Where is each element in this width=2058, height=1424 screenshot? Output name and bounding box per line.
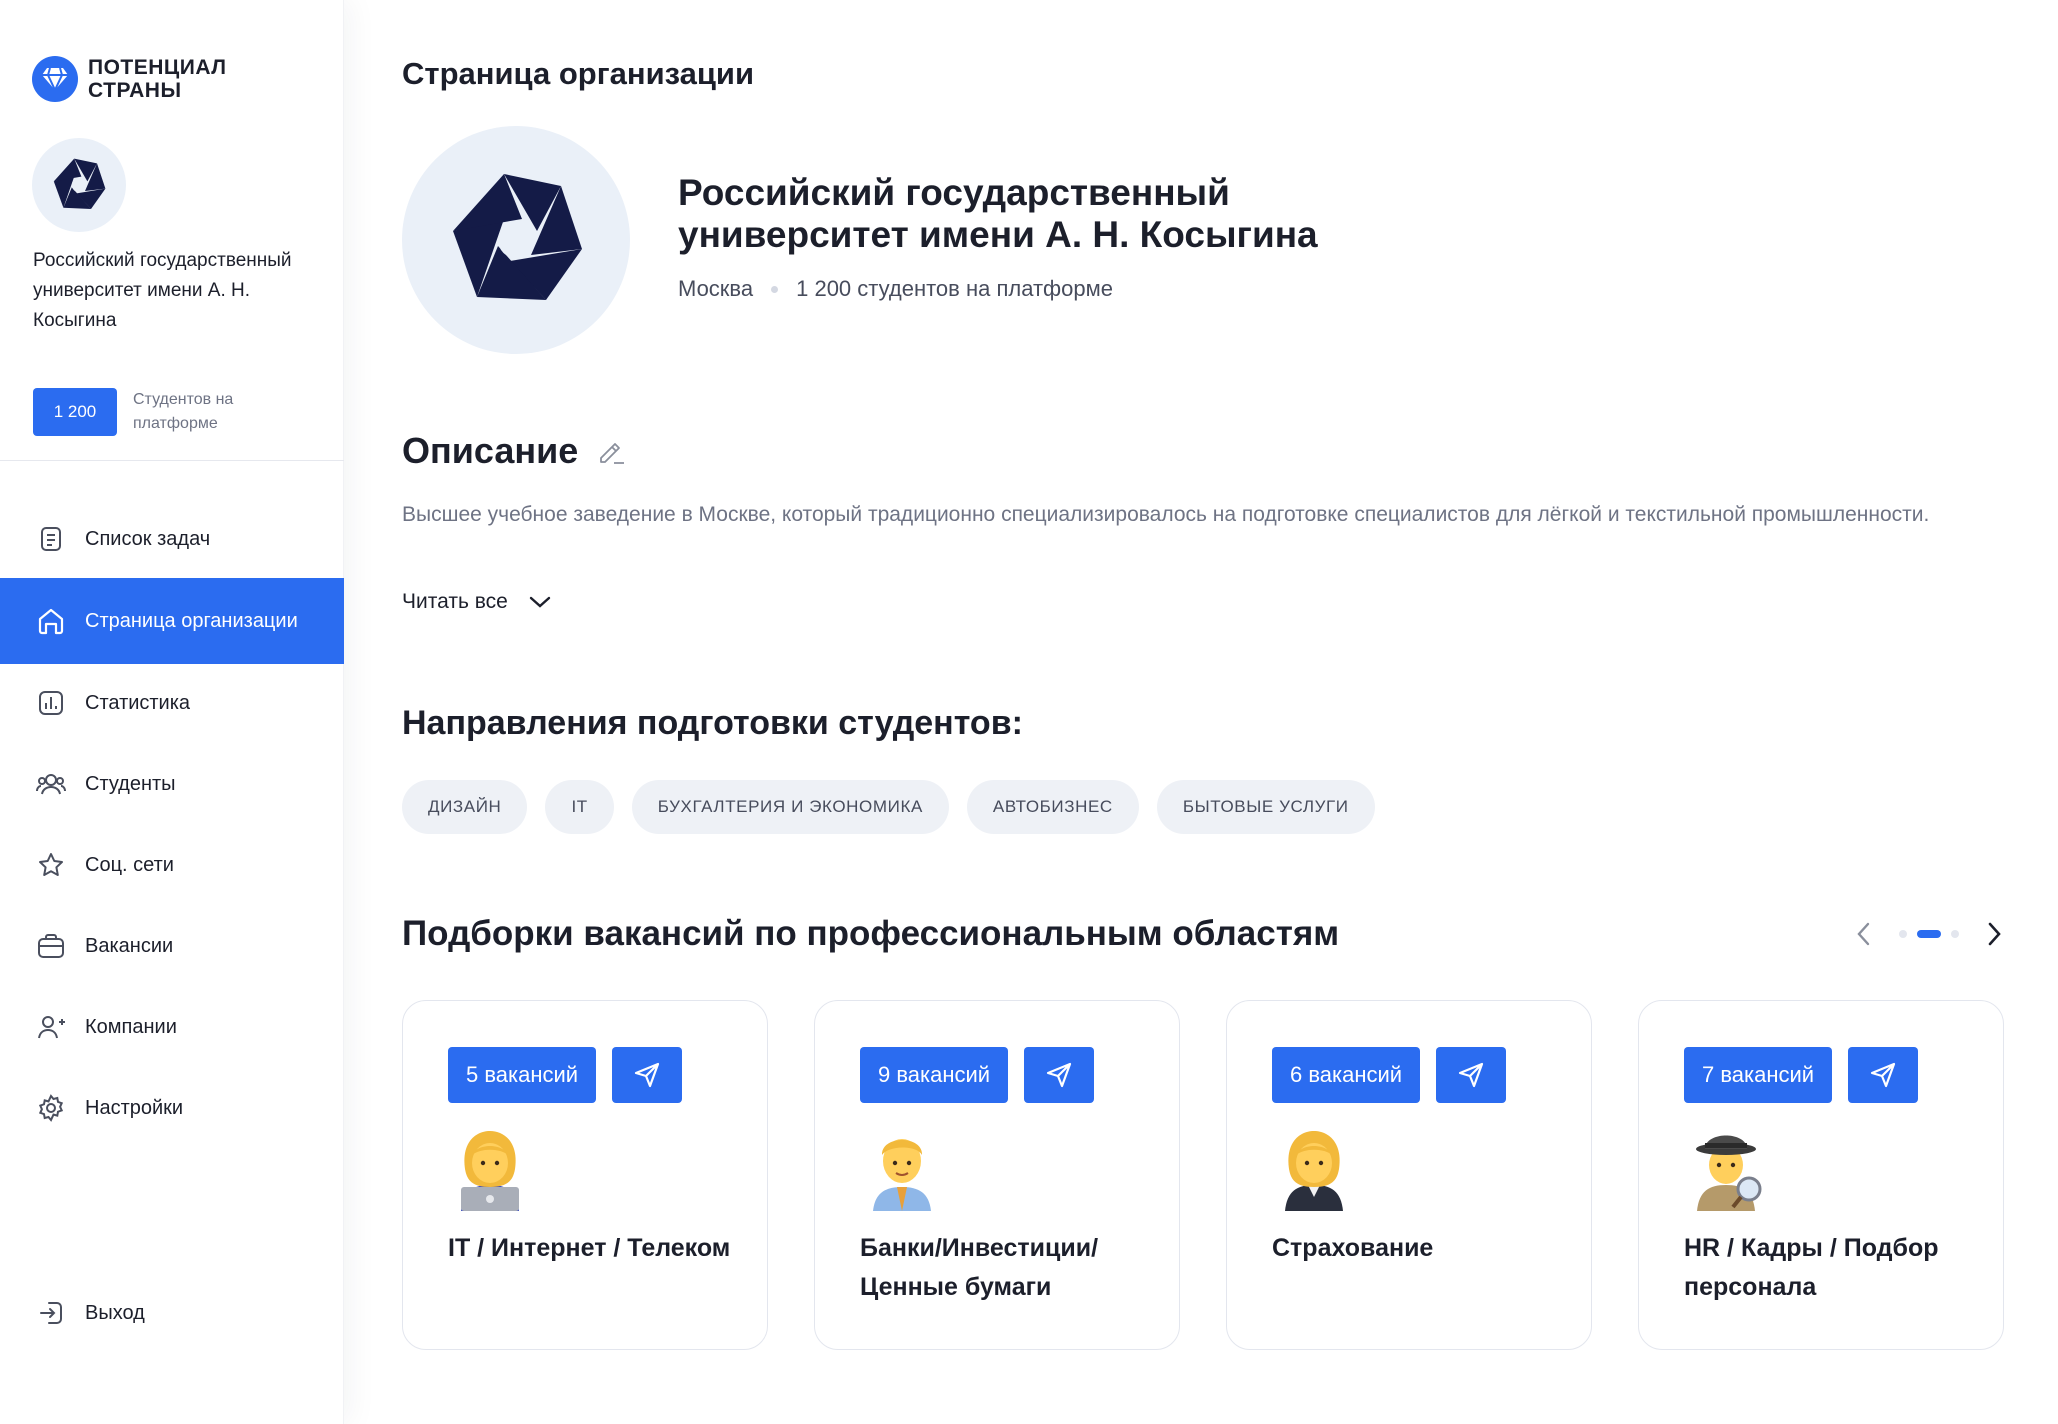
- sidebar-item-label: Настройки: [85, 1096, 184, 1119]
- home-icon: [35, 605, 67, 637]
- user-add-icon: [35, 1011, 67, 1043]
- org-avatar: [32, 138, 126, 232]
- brand-logo[interactable]: ПОТЕНЦИАЛ СТРАНЫ: [32, 56, 258, 102]
- sidebar-item-label: Соц. сети: [85, 853, 174, 876]
- star-icon: [35, 849, 67, 881]
- chart-icon: [35, 687, 67, 719]
- vacancy-card-title: HR / Кадры / Подбор персонала: [1684, 1234, 1939, 1301]
- carousel-dot[interactable]: [1899, 930, 1907, 938]
- carousel-dot[interactable]: [1951, 930, 1959, 938]
- paper-plane-icon: [635, 1062, 660, 1088]
- main-content: Страница организации Российский государс…: [344, 0, 2058, 1424]
- woman-office-worker-icon: [1285, 1131, 1343, 1211]
- students-count-badge: 1 200: [33, 388, 117, 436]
- description-heading: Описание: [402, 430, 628, 472]
- briefcase-icon: [35, 930, 67, 962]
- vacancy-count-button[interactable]: 6 вакансий: [1272, 1047, 1421, 1103]
- sidebar-item-students[interactable]: Студенты: [0, 745, 344, 823]
- org-avatar-large: [402, 126, 630, 354]
- students-count-label: Студентов на платформе: [133, 391, 234, 432]
- org-logo-icon: [453, 174, 582, 300]
- vacancy-card[interactable]: 5 вакансий IT / Интернет / Телеком: [402, 1000, 768, 1350]
- vacancy-count-button[interactable]: 5 вакансий: [448, 1047, 597, 1103]
- directions-tags: ДИЗАЙН IT БУХГАЛТЕРИЯ И ЭКОНОМИКА АВТОБИ…: [402, 780, 1393, 834]
- vacancy-card[interactable]: 6 вакансий Страхование: [1226, 1000, 1592, 1350]
- direction-tag[interactable]: ДИЗАЙН: [402, 780, 528, 834]
- detective-icon: [1696, 1135, 1762, 1211]
- separator-dot: [771, 285, 779, 293]
- direction-tag[interactable]: БЫТОВЫЕ УСЛУГИ: [1156, 780, 1375, 834]
- send-button[interactable]: [1024, 1047, 1095, 1103]
- sidebar-item-label: Список задач: [85, 527, 211, 550]
- description-text: Высшее учебное заведение в Москве, котор…: [402, 503, 1930, 526]
- chevron-down-icon: [528, 594, 552, 610]
- direction-tag[interactable]: АВТОБИЗНЕС: [966, 780, 1139, 834]
- vacancy-card[interactable]: 9 вакансий Банки/Инвестиции/ Ценные бума…: [814, 1000, 1180, 1350]
- chevron-right-icon[interactable]: [1978, 918, 2010, 950]
- students-stat: 1 200 Студентов на платформе: [33, 388, 273, 436]
- logout-icon: [35, 1297, 67, 1329]
- read-all-button[interactable]: Читать все: [402, 590, 552, 614]
- paper-plane-icon: [1871, 1062, 1896, 1088]
- description-title: Описание: [402, 430, 579, 471]
- sidebar-item-tasks[interactable]: Список задач: [0, 500, 344, 578]
- edit-icon[interactable]: [596, 435, 628, 467]
- gear-icon: [35, 1092, 67, 1124]
- logout-label: Выход: [85, 1301, 145, 1324]
- vacancies-title: Подборки вакансий по профессиональным об…: [402, 914, 1340, 953]
- task-list-icon: [35, 523, 67, 555]
- send-button[interactable]: [612, 1047, 683, 1103]
- sidebar-item-social[interactable]: Соц. сети: [0, 826, 344, 904]
- sidebar-item-label: Компании: [85, 1015, 177, 1038]
- sidebar-item-companies[interactable]: Компании: [0, 988, 344, 1066]
- send-button[interactable]: [1436, 1047, 1507, 1103]
- brand-name: ПОТЕНЦИАЛ СТРАНЫ: [88, 56, 227, 102]
- vacancy-card-title: IT / Интернет / Телеком: [448, 1234, 731, 1262]
- chevron-left-icon[interactable]: [1848, 918, 1880, 950]
- logout-button[interactable]: Выход: [0, 1274, 344, 1352]
- org-students: 1 200 студентов на платформе: [796, 276, 1113, 301]
- read-all-label: Читать все: [402, 590, 508, 613]
- woman-technologist-icon: [461, 1131, 519, 1211]
- sidebar: ПОТЕНЦИАЛ СТРАНЫ Российский государствен…: [0, 0, 344, 1424]
- sidebar-item-label: Студенты: [85, 772, 176, 795]
- sidebar-org-name: Российский государственный университет и…: [33, 250, 292, 331]
- org-meta: Москва 1 200 студентов на платформе: [678, 276, 1113, 302]
- org-city: Москва: [678, 276, 754, 301]
- vacancy-card-title: Страхование: [1272, 1234, 1434, 1262]
- sidebar-item-vacancies[interactable]: Вакансии: [0, 907, 344, 985]
- sidebar-item-settings[interactable]: Настройки: [0, 1069, 344, 1147]
- sidebar-item-label: Статистика: [85, 691, 191, 714]
- man-office-worker-icon: [873, 1139, 931, 1211]
- vacancy-card-title: Банки/Инвестиции/ Ценные бумаги: [860, 1234, 1099, 1301]
- page-title: Страница организации: [402, 56, 755, 91]
- org-logo-icon: [53, 158, 106, 209]
- users-icon: [35, 768, 67, 800]
- directions-title: Направления подготовки студентов:: [402, 704, 1023, 742]
- sidebar-item-label: Страница организации: [85, 609, 298, 632]
- org-title: Российский государственный университет и…: [678, 172, 1318, 255]
- sidebar-item-statistics[interactable]: Статистика: [0, 664, 344, 742]
- direction-tag[interactable]: БУХГАЛТЕРИЯ И ЭКОНОМИКА: [631, 780, 949, 834]
- carousel-pagination: [1894, 930, 1964, 938]
- vacancy-card[interactable]: 7 вакансий HR / Кадры / Подбор персонала: [1638, 1000, 2004, 1350]
- carousel-dot-active[interactable]: [1917, 930, 1941, 938]
- diamond-icon: [32, 56, 78, 102]
- vacancy-count-button[interactable]: 7 вакансий: [1684, 1047, 1833, 1103]
- sidebar-divider: [0, 460, 344, 461]
- send-button[interactable]: [1848, 1047, 1919, 1103]
- direction-tag[interactable]: IT: [545, 780, 614, 834]
- sidebar-item-label: Вакансии: [85, 934, 174, 957]
- vacancy-cards: 5 вакансий IT / Интернет / Телеком 9 вак…: [402, 1000, 2004, 1350]
- paper-plane-icon: [1459, 1062, 1484, 1088]
- vacancy-count-button[interactable]: 9 вакансий: [860, 1047, 1009, 1103]
- paper-plane-icon: [1047, 1062, 1072, 1088]
- carousel-controls: [1848, 918, 2010, 950]
- sidebar-item-organization[interactable]: Страница организации: [0, 578, 344, 664]
